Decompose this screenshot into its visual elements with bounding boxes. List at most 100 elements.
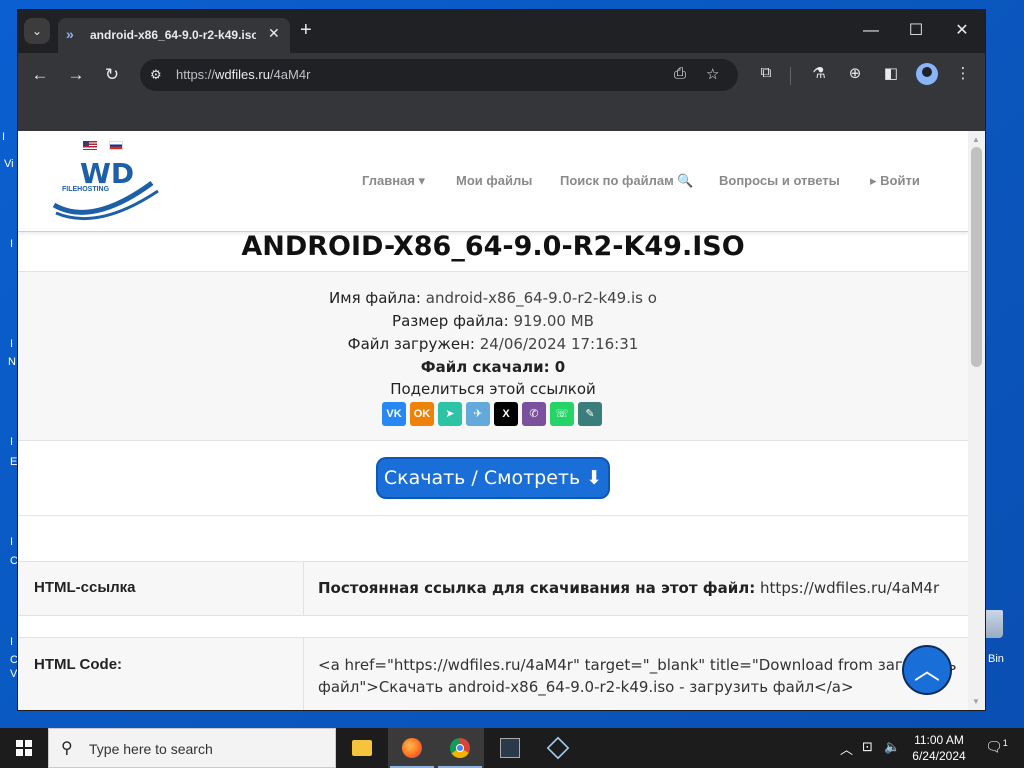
share-button-3[interactable]: ✈	[466, 402, 490, 426]
search-icon: ⚲	[61, 740, 73, 757]
desktop-icon-fragment[interactable]: I	[10, 536, 13, 548]
share-button-6[interactable]: ☏	[550, 402, 574, 426]
html-code-label: HTML Code:	[34, 656, 123, 673]
address-bar[interactable]: ⚙ https://wdfiles.ru/4aM4r ⎙ ☆	[140, 59, 738, 91]
file-size-label: Размер файла:	[392, 312, 509, 330]
site-logo[interactable]: WD FILEHOSTING	[52, 155, 162, 221]
desktop-icon-fragment[interactable]: N	[8, 356, 16, 368]
windows-logo-icon	[16, 740, 32, 756]
html-link-row: HTML-ссылка Постоянная ссылка для скачив…	[18, 561, 968, 616]
scroll-up-arrow-icon[interactable]: ▲	[972, 135, 980, 144]
file-name-line: Имя файла: android-x86_64-9.0-r2-k49.is …	[18, 289, 968, 307]
html-code-line-2[interactable]: файл">Скачать android-x86_64-9.0-r2-k49.…	[318, 678, 854, 696]
scroll-to-top-button[interactable]: ︿	[902, 645, 952, 695]
taskbar-search-input[interactable]: ⚲ Type here to search	[48, 728, 336, 768]
share-button-0[interactable]: VK	[382, 402, 406, 426]
file-size-value: 919.00 MB	[513, 312, 594, 330]
nav-my-files[interactable]: Мои файлы	[456, 173, 532, 188]
bookmark-star-icon[interactable]: ☆	[706, 65, 719, 83]
english-flag-icon[interactable]	[83, 141, 97, 150]
nav-faq[interactable]: Вопросы и ответы	[719, 173, 840, 188]
desktop-icon-fragment[interactable]: I	[10, 436, 13, 448]
desktop-icon-fragment[interactable]: I	[10, 636, 13, 648]
taskbar: ⚲ Type here to search ︿ ⊡ 🔈 11:00 AM 6/2…	[0, 728, 1024, 768]
share-button-5[interactable]: ✆	[522, 402, 546, 426]
file-explorer-app[interactable]	[338, 728, 386, 768]
address-url[interactable]: https://wdfiles.ru/4aM4r	[176, 67, 310, 82]
toolbar-divider	[790, 67, 791, 85]
clock-time: 11:00 AM	[914, 733, 964, 747]
tab-close-icon[interactable]: ✕	[268, 25, 280, 42]
cell-divider	[303, 638, 304, 710]
show-hidden-icons-icon[interactable]: ︿	[840, 739, 853, 758]
file-name-value: android-x86_64-9.0-r2-k49.is o	[425, 289, 657, 307]
close-window-button[interactable]: ✕	[947, 16, 977, 46]
share-button-7[interactable]: ✎	[578, 402, 602, 426]
share-button-2[interactable]: ➤	[438, 402, 462, 426]
search-placeholder: Type here to search	[89, 741, 213, 757]
desktop-icon-fragment[interactable]: V	[10, 668, 17, 680]
chrome-icon	[450, 738, 470, 758]
notification-center-icon[interactable]: 🗨1	[985, 738, 1008, 756]
scroll-thumb[interactable]	[971, 147, 982, 367]
desktop-icon-fragment[interactable]: I	[10, 238, 13, 250]
install-app-icon[interactable]: ⎙	[674, 65, 686, 82]
russian-flag-icon[interactable]	[109, 141, 123, 150]
nav-home[interactable]: Главная ▾	[362, 173, 425, 189]
page-scrollbar[interactable]: ▲ ▼	[968, 131, 985, 710]
minimize-button[interactable]: —	[856, 16, 886, 46]
share-button-4[interactable]: X	[494, 402, 518, 426]
download-button[interactable]: Скачать / Смотреть ⬇	[376, 457, 610, 499]
labs-flask-icon[interactable]: ⚗	[808, 64, 830, 82]
volume-muted-icon[interactable]: 🔈	[884, 739, 900, 755]
notepad-app[interactable]	[486, 728, 534, 768]
download-area: Скачать / Смотреть ⬇	[18, 441, 968, 516]
side-panel-icon[interactable]: ◧	[880, 64, 902, 82]
back-button[interactable]: ←	[28, 63, 52, 87]
maximize-button[interactable]: ☐	[901, 16, 931, 46]
forward-button[interactable]: →	[64, 63, 88, 87]
system-clock[interactable]: 11:00 AM 6/24/2024	[904, 732, 974, 764]
start-button[interactable]	[0, 728, 48, 768]
folder-icon	[352, 740, 372, 756]
nav-login[interactable]: ▸ Войти	[870, 173, 920, 189]
site-header: WD FILEHOSTING Главная ▾ Мои файлы Поиск…	[18, 131, 968, 232]
site-favicon-icon: »	[66, 26, 74, 42]
desktop-icon-fragment[interactable]: I	[10, 338, 13, 350]
desktop-icon-fragment[interactable]: C	[10, 555, 18, 567]
download-count: Файл скачали: 0	[420, 358, 566, 376]
browser-toolbar: ← → ↻ ⚙ https://wdfiles.ru/4aM4r ⎙ ☆ ⧉ ⚗…	[18, 53, 985, 97]
tab-search-button[interactable]: ⌄	[24, 18, 50, 44]
desktop-icon-fragment[interactable]: I	[2, 131, 5, 143]
profile-avatar[interactable]	[916, 63, 938, 85]
html-code-line-1[interactable]: <a href="https://wdfiles.ru/4aM4r" targe…	[318, 656, 956, 674]
logo-swoosh-icon	[52, 180, 159, 221]
file-uploaded-label: Файл загружен:	[347, 335, 475, 353]
desktop-icon-fragment[interactable]: C	[10, 654, 18, 666]
site-info-icon[interactable]: ⚙	[150, 67, 162, 83]
chrome-app[interactable]	[436, 728, 484, 768]
share-button-1[interactable]: OK	[410, 402, 434, 426]
title-bar: ⌄ » android-x86_64-9.0-r2-k49.iso ✕ + — …	[18, 10, 985, 53]
extensions-icon[interactable]: ⧉	[755, 64, 777, 81]
desktop-icon-fragment[interactable]: Vi	[4, 158, 14, 170]
virtualbox-app[interactable]	[534, 728, 582, 768]
menu-icon[interactable]: ⋮	[952, 64, 974, 82]
firefox-icon	[402, 738, 422, 758]
recycle-bin-label[interactable]: Bin	[988, 653, 1004, 665]
tab-active[interactable]: » android-x86_64-9.0-r2-k49.iso ✕	[58, 18, 290, 53]
cell-divider	[303, 562, 304, 615]
firefox-app[interactable]	[388, 728, 436, 768]
scroll-down-arrow-icon[interactable]: ▼	[972, 697, 980, 706]
new-tab-button[interactable]: +	[300, 19, 312, 42]
desktop-icon-fragment[interactable]: E	[10, 456, 17, 468]
network-icon[interactable]: ⊡	[862, 739, 873, 755]
html-code-row: HTML Code: <a href="https://wdfiles.ru/4…	[18, 637, 968, 710]
html-link-value[interactable]: Постоянная ссылка для скачивания на этот…	[318, 579, 939, 597]
file-title: ANDROID-X86_64-9.0-R2-K49.ISO	[241, 231, 745, 262]
nav-file-search[interactable]: Поиск по файлам 🔍	[560, 173, 694, 189]
file-uploaded-value: 24/06/2024 17:16:31	[479, 335, 639, 353]
reload-button[interactable]: ↻	[100, 63, 124, 87]
file-size-line: Размер файла: 919.00 MB	[18, 312, 968, 330]
downloads-icon[interactable]: ⊕	[844, 64, 866, 82]
